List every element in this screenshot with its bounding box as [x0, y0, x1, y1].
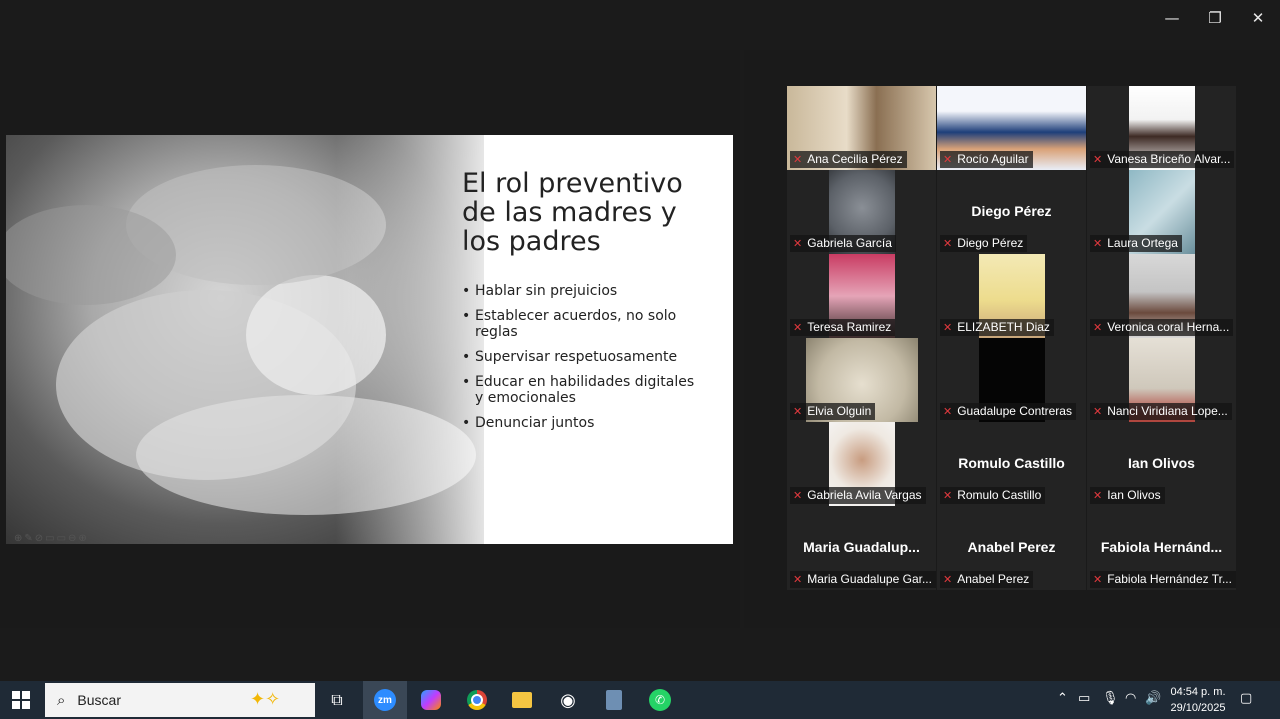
bullet-item: Establecer acuerdos, no solo reglas — [462, 308, 702, 340]
participant-name: Teresa Ramirez — [807, 320, 892, 334]
mic-muted-icon: ✕ — [1093, 153, 1103, 166]
participant-tile[interactable]: ✕ Veronica coral Herna... — [1087, 254, 1236, 338]
participant-tile[interactable]: ✕ Nanci Viridiana Lope... — [1087, 338, 1236, 422]
participant-tile[interactable]: Fabiola Hernánd... ✕ Fabiola Hernández Tr… — [1087, 506, 1236, 590]
window-titlebar: — ❐ ✕ — [0, 0, 1280, 50]
participant-tile[interactable]: ✕ Gabriela García — [787, 170, 936, 254]
participant-name: Fabiola Hernández Tr... — [1107, 572, 1232, 586]
participant-name: Ian Olivos — [1107, 488, 1161, 502]
clock-time: 04:54 p. m. — [1170, 686, 1226, 698]
microphone-icon[interactable]: 🎙 — [1102, 691, 1119, 706]
participant-name: Anabel Perez — [957, 572, 1030, 586]
mic-muted-icon: ✕ — [793, 237, 803, 250]
slide-title: El rol preventivo de las madres y los pa… — [462, 168, 683, 257]
participant-display-name: Diego Pérez — [971, 203, 1052, 219]
participant-display-name: Maria Guadalup... — [803, 539, 920, 555]
participant-name: Romulo Castillo — [957, 488, 1042, 502]
start-button[interactable] — [12, 691, 30, 709]
sparkle-icon: ✦✧ — [250, 689, 281, 710]
mic-muted-icon: ✕ — [1093, 489, 1103, 502]
search-placeholder: Buscar — [77, 692, 121, 708]
participant-tile[interactable]: ✕ Rocío Aguilar — [937, 86, 1086, 170]
restore-button[interactable]: ❐ — [1193, 0, 1237, 36]
participant-name: Maria Guadalupe Gar... — [807, 572, 932, 586]
close-button[interactable]: ✕ — [1236, 0, 1280, 36]
copilot-icon[interactable] — [416, 685, 446, 715]
participant-tile[interactable]: ✕ Ana Cecilia Pérez — [787, 86, 936, 170]
chrome-icon[interactable] — [462, 685, 492, 715]
notifications-icon[interactable]: ▢ — [1240, 691, 1252, 706]
whatsapp-icon[interactable]: ✆ — [645, 685, 675, 715]
taskbar-search[interactable]: ⌕ Buscar ✦✧ — [45, 683, 315, 717]
windows-taskbar: ⌕ Buscar ✦✧ ⧉ zm ◉ ✆ ⌃ ▭ 🎙 ◠ 🔊 04:54 p. … — [0, 681, 1280, 719]
chevron-up-icon[interactable]: ⌃ — [1057, 691, 1068, 706]
participant-tile[interactable]: Ian Olivos ✕ Ian Olivos — [1087, 422, 1236, 506]
participant-name: Diego Pérez — [957, 236, 1024, 250]
participant-display-name: Ian Olivos — [1128, 455, 1195, 471]
participant-tile[interactable]: ✕ ELIZABETH Diaz — [937, 254, 1086, 338]
participant-tile[interactable]: ✕ Teresa Ramirez — [787, 254, 936, 338]
mic-muted-icon: ✕ — [793, 489, 803, 502]
battery-icon[interactable]: ▭ — [1078, 691, 1090, 706]
slide-toolbar[interactable]: ⊕✎⊘▭▭⊖⊕ — [14, 533, 89, 544]
participant-tile[interactable]: ✕ Elvia Olguin — [787, 338, 936, 422]
participant-name: ELIZABETH Diaz — [957, 320, 1050, 334]
bullet-item: Denunciar juntos — [462, 415, 702, 431]
participant-name: Nanci Viridiana Lope... — [1107, 404, 1228, 418]
zoom-app-icon[interactable]: zm — [363, 681, 407, 719]
participant-tile[interactable]: ✕ Gabriela Avila Vargas — [787, 422, 936, 506]
mic-muted-icon: ✕ — [943, 153, 953, 166]
participant-name: Vanesa Briceño Alvar... — [1107, 152, 1231, 166]
participant-display-name: Anabel Perez — [967, 539, 1056, 555]
mic-muted-icon: ✕ — [793, 321, 803, 334]
minimize-button[interactable]: — — [1150, 0, 1194, 36]
mic-muted-icon: ✕ — [1093, 321, 1103, 334]
bullet-item: Supervisar respetuosamente — [462, 349, 702, 365]
participant-tile[interactable]: Diego Pérez ✕ Diego Pérez — [937, 170, 1086, 254]
presentation-slide: El rol preventivo de las madres y los pa… — [6, 135, 733, 544]
mic-muted-icon: ✕ — [943, 573, 953, 586]
participant-name: Ana Cecilia Pérez — [807, 152, 903, 166]
participant-tile[interactable]: Romulo Castillo ✕ Romulo Castillo — [937, 422, 1086, 506]
participant-tile[interactable]: ✕ Guadalupe Contreras — [937, 338, 1086, 422]
participant-name: Gabriela Avila Vargas — [807, 488, 922, 502]
participant-name: Gabriela García — [807, 236, 892, 250]
bullet-item: Hablar sin prejuicios — [462, 283, 702, 299]
calculator-icon[interactable] — [599, 685, 629, 715]
app-icon[interactable]: ◉ — [553, 685, 583, 715]
slide-bullets: Hablar sin prejuicios Establecer acuerdo… — [462, 283, 702, 440]
participant-name: Veronica coral Herna... — [1107, 320, 1230, 334]
search-icon: ⌕ — [57, 691, 66, 709]
mic-muted-icon: ✕ — [1093, 237, 1103, 250]
participant-tile[interactable]: ✕ Laura Ortega — [1087, 170, 1236, 254]
clock-date: 29/10/2025 — [1170, 702, 1226, 714]
mic-muted-icon: ✕ — [1093, 573, 1103, 586]
participant-name: Rocío Aguilar — [957, 152, 1029, 166]
volume-icon[interactable]: 🔊 — [1145, 691, 1161, 706]
participant-tile[interactable]: Anabel Perez ✕ Anabel Perez — [937, 506, 1086, 590]
mic-muted-icon: ✕ — [943, 321, 953, 334]
mic-muted-icon: ✕ — [1093, 405, 1103, 418]
wifi-icon[interactable]: ◠ — [1125, 691, 1136, 706]
participant-tile[interactable]: ✕ Vanesa Briceño Alvar... — [1087, 86, 1236, 170]
participant-name: Laura Ortega — [1107, 236, 1178, 250]
taskbar-clock[interactable]: 04:54 p. m. 29/10/2025 — [1168, 684, 1228, 716]
file-explorer-icon[interactable] — [507, 685, 537, 715]
task-view-icon[interactable]: ⧉ — [322, 685, 352, 715]
bullet-item: Educar en habilidades digitales y emocio… — [462, 374, 702, 406]
mic-muted-icon: ✕ — [793, 573, 803, 586]
mic-muted-icon: ✕ — [793, 153, 803, 166]
participant-tile[interactable]: Maria Guadalup... ✕ Maria Guadalupe Gar..… — [787, 506, 936, 590]
participant-display-name: Romulo Castillo — [958, 455, 1065, 471]
mic-muted-icon: ✕ — [943, 237, 953, 250]
mic-muted-icon: ✕ — [943, 405, 953, 418]
mic-muted-icon: ✕ — [793, 405, 803, 418]
participant-display-name: Fabiola Hernánd... — [1100, 539, 1223, 555]
participant-name: Guadalupe Contreras — [957, 404, 1072, 418]
mic-muted-icon: ✕ — [943, 489, 953, 502]
participant-name: Elvia Olguin — [807, 404, 872, 418]
